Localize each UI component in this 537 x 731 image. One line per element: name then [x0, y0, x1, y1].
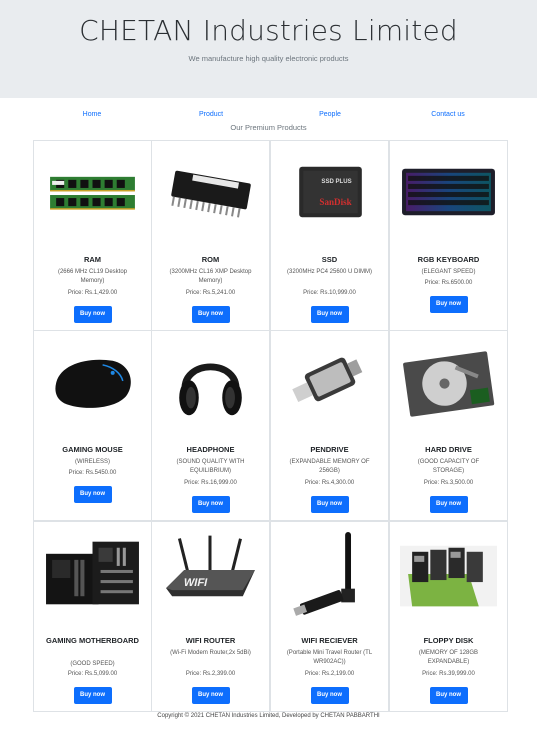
- product-name: HARD DRIVE: [425, 445, 472, 454]
- product-price: Price: Rs.1,429.00: [67, 290, 118, 296]
- product-card-ssd: SSD PLUS SanDisk SSD (3200MHz PC4 25600 …: [270, 140, 389, 331]
- product-card-ram: RAM (2666 MHz CL19 Desktop Memory) Price…: [33, 140, 152, 331]
- buy-now-button[interactable]: Buy now: [191, 306, 230, 323]
- product-card-rgb-keyboard: RGB KEYBOARD (ELEGANT SPEED) Price: Rs.6…: [389, 140, 508, 331]
- nav-product[interactable]: Product: [199, 111, 223, 118]
- product-price: Price: Rs.2,199.00: [304, 671, 355, 677]
- nav-bar: Home Product People Contact us: [0, 111, 537, 123]
- product-name: GAMING MOUSE: [62, 445, 123, 454]
- product-price: Price: Rs.5,241.00: [185, 290, 236, 296]
- product-card-headphone: HEADPHONE (SOUND QUALITY WITH EQUILIBRIU…: [151, 330, 270, 521]
- ssd-icon: SSD PLUS SanDisk: [279, 149, 380, 237]
- product-name: PENDRIVE: [310, 445, 349, 454]
- product-name: FLOPPY DISK: [423, 636, 474, 645]
- section-title: Our Premium Products: [230, 123, 307, 132]
- product-card-floppy-disk: FLOPPY DISK (MEMORY OF 128GB EXPANDABLE)…: [389, 521, 508, 712]
- keyboard-icon: [398, 149, 499, 237]
- product-description: (2666 MHz CL19 Desktop Memory): [57, 269, 128, 284]
- product-price: Price: Rs.6500.00: [424, 280, 473, 286]
- product-description: (ELEGANT SPEED): [421, 269, 476, 275]
- product-card-wifi-reciever: WIFI RECIEVER (Portable Mini Travel Rout…: [270, 521, 389, 712]
- product-card-gaming-motherboard: GAMING MOTHERBOARD (GOOD SPEED) Price: R…: [33, 521, 152, 712]
- buy-now-button[interactable]: Buy now: [73, 687, 112, 704]
- rom-chip-icon: [160, 149, 261, 237]
- buy-now-button[interactable]: Buy now: [429, 687, 468, 704]
- product-card-pendrive: PENDRIVE (EXPANDABLE MEMORY OF 256GB) Pr…: [270, 330, 389, 521]
- product-price: Price: Rs.5450.00: [68, 470, 117, 476]
- mouse-icon: [42, 339, 143, 427]
- product-description: (3200MHz PC4 25600 U DIMM): [286, 269, 373, 275]
- nav-people[interactable]: People: [319, 111, 341, 118]
- buy-now-button[interactable]: Buy now: [310, 496, 349, 513]
- product-name: HEADPHONE: [186, 445, 235, 454]
- product-description: (EXPANDABLE MEMORY OF 256GB): [289, 459, 370, 474]
- product-card-gaming-mouse: GAMING MOUSE (WIRELESS) Price: Rs.5450.0…: [33, 330, 152, 521]
- product-card-hard-drive: HARD DRIVE (GOOD CAPACITY OF STORAGE) Pr…: [389, 330, 508, 521]
- product-description: (WIRELESS): [74, 459, 110, 465]
- floppy-disk-icon: [398, 530, 499, 618]
- product-name: SSD: [321, 255, 338, 264]
- product-card-rom: ROM (3200MHz CL16 XMP Desktop Memory) Pr…: [151, 140, 270, 331]
- headphone-icon: [160, 339, 261, 427]
- buy-now-button[interactable]: Buy now: [73, 306, 112, 323]
- product-description: (Wi-Fi Modem Router,2x 5dBi): [170, 650, 251, 656]
- product-grid: RAM (2666 MHz CL19 Desktop Memory) Price…: [33, 140, 508, 712]
- product-description: (GOOD SPEED): [70, 661, 115, 667]
- ram-icon: [42, 149, 143, 237]
- product-price: Price: Rs.4,300.00: [304, 480, 355, 486]
- nav-contact-us[interactable]: Contact us: [431, 111, 464, 118]
- product-description: (Portable Mini Travel Router (TL WR902AC…: [286, 650, 373, 665]
- product-price: Price: Rs.3,500.00: [423, 480, 474, 486]
- product-card-wifi-router: WIFI WIFI ROUTER (Wi-Fi Modem Router,2x …: [151, 521, 270, 712]
- product-price: Price: Rs.5,099.00: [67, 671, 118, 677]
- product-name: WIFI RECIEVER: [301, 636, 358, 645]
- header-banner: CHETAN Industries Limited We manufacture…: [0, 0, 537, 98]
- product-name: RGB KEYBOARD: [417, 255, 480, 264]
- buy-now-button[interactable]: Buy now: [429, 296, 468, 313]
- page-title: CHETAN Industries Limited: [79, 14, 458, 47]
- buy-now-button[interactable]: Buy now: [73, 486, 112, 503]
- footer-copyright: Copyright © 2021 CHETAN Industries Limit…: [157, 713, 380, 719]
- product-price: Price: Rs.10,999.00: [303, 290, 356, 296]
- product-name: ROM: [201, 255, 220, 264]
- buy-now-button[interactable]: Buy now: [191, 687, 230, 704]
- nav-home[interactable]: Home: [83, 111, 102, 118]
- buy-now-button[interactable]: Buy now: [310, 306, 349, 323]
- wifi-receiver-icon: [279, 530, 380, 618]
- motherboard-icon: [42, 530, 143, 618]
- hard-drive-icon: [398, 339, 499, 427]
- buy-now-button[interactable]: Buy now: [310, 687, 349, 704]
- buy-now-button[interactable]: Buy now: [429, 496, 468, 513]
- buy-now-button[interactable]: Buy now: [191, 496, 230, 513]
- product-description: (SOUND QUALITY WITH EQUILIBRIUM): [176, 459, 245, 474]
- svg-text:SanDisk: SanDisk: [319, 197, 352, 207]
- product-description: (3200MHz CL16 XMP Desktop Memory): [169, 269, 252, 284]
- product-price: Price: Rs.2,399.00: [185, 671, 236, 677]
- svg-text:SSD PLUS: SSD PLUS: [321, 179, 351, 185]
- svg-text:WIFI: WIFI: [183, 577, 209, 589]
- router-icon: WIFI: [160, 530, 261, 618]
- product-price: Price: Rs.39,999.00: [422, 671, 475, 677]
- pendrive-icon: [279, 339, 380, 427]
- product-description: (GOOD CAPACITY OF STORAGE): [417, 459, 480, 474]
- tagline: We manufacture high quality electronic p…: [188, 54, 349, 63]
- product-name: WIFI ROUTER: [185, 636, 236, 645]
- product-price: Price: Rs.16,999.00: [184, 480, 237, 486]
- product-name: RAM: [83, 255, 102, 264]
- product-description: (MEMORY OF 128GB EXPANDABLE): [418, 650, 479, 665]
- product-name: GAMING MOTHERBOARD: [46, 636, 139, 645]
